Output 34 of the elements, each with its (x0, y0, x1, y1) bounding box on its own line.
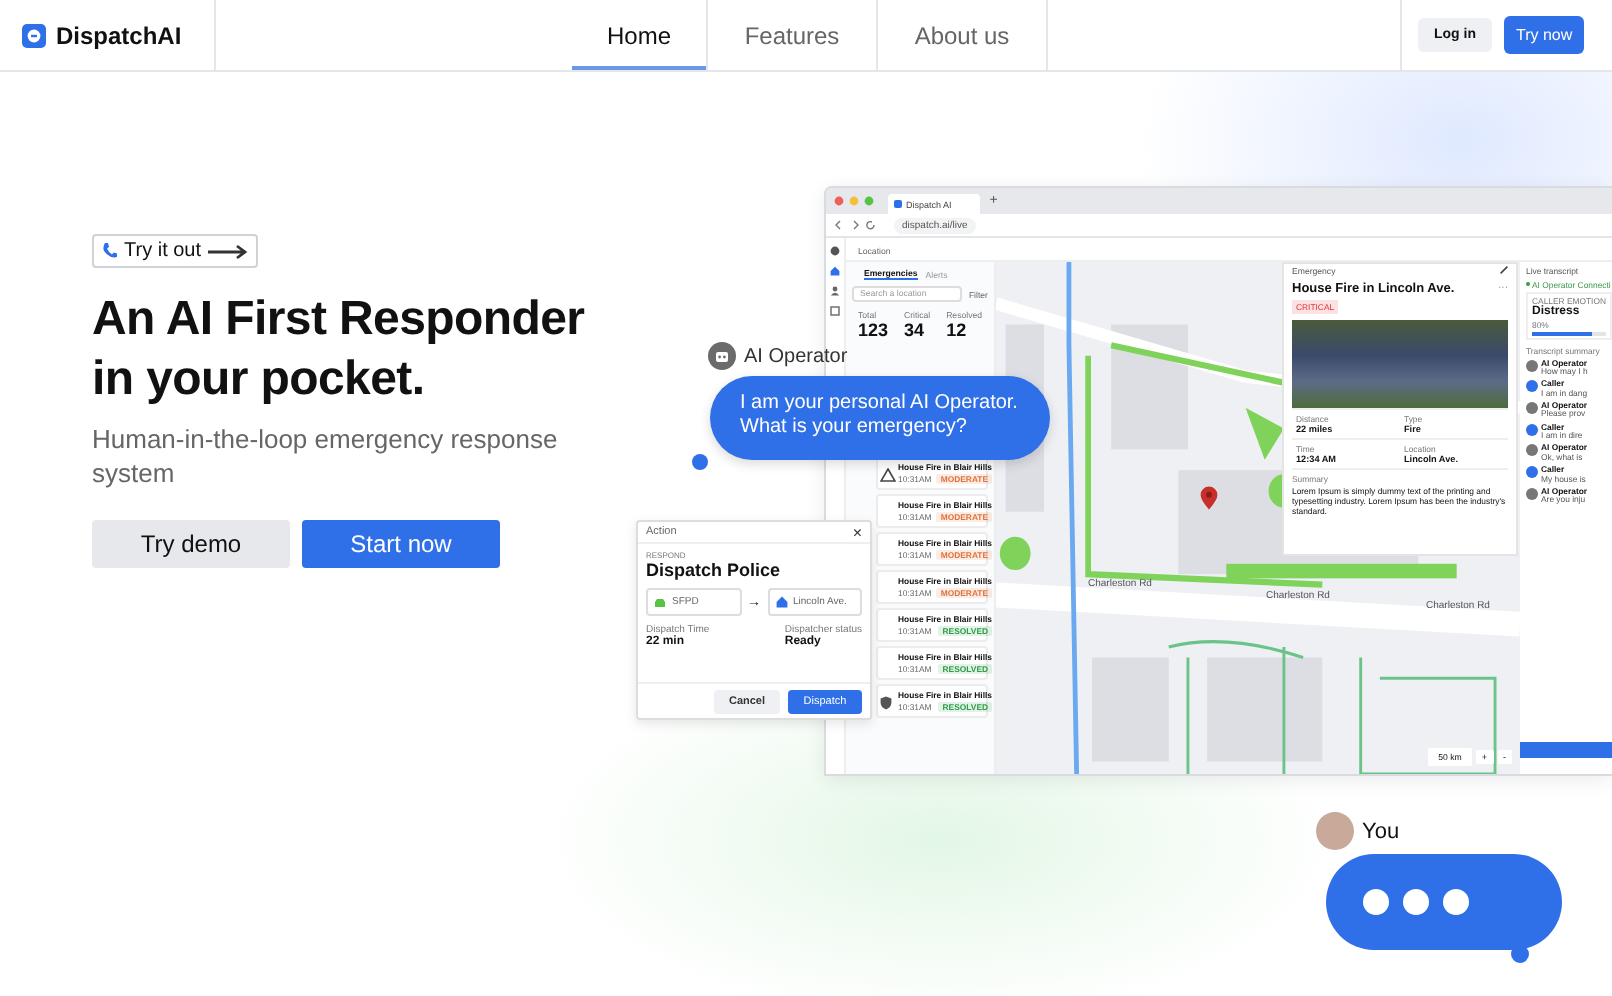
hero-subtitle: Human-in-the-loop emergency response system (92, 422, 560, 490)
hero-title: An AI First Responder in your pocket. (92, 290, 587, 410)
close-button[interactable]: × (852, 523, 862, 541)
arrow-right-icon (207, 243, 248, 259)
house-icon (775, 596, 787, 608)
operator-message: I am your personal AI Operator. What is your emergency? (710, 376, 1050, 460)
stat-value: 123 (858, 320, 889, 340)
phone-icon (102, 242, 118, 260)
nav-link[interactable]: Home (572, 0, 708, 70)
nav-link[interactable]: Features (708, 0, 878, 70)
nav-link[interactable]: About us (878, 0, 1048, 70)
window-controls-icon (834, 196, 878, 206)
logo-mark-icon (830, 246, 840, 256)
robot-avatar-icon (708, 342, 736, 370)
try-now-button[interactable]: Try now (1504, 16, 1585, 54)
stat-value: 12 (946, 320, 969, 340)
warning-icon (880, 468, 896, 482)
pencil-icon[interactable] (1500, 266, 1508, 274)
map-pin-icon (1200, 486, 1218, 510)
brand-name: DispatchAI (56, 21, 182, 49)
hero-button[interactable]: Try demo (92, 520, 290, 568)
try-it-out-pill[interactable]: Try it out (92, 234, 258, 268)
chat-logo-icon (22, 23, 46, 47)
user-icon[interactable] (830, 286, 840, 296)
action-title: Dispatch Police (646, 560, 783, 580)
shield-icon (880, 696, 892, 710)
hero-button[interactable]: Start now (302, 520, 500, 568)
operator-name: AI Operator (744, 345, 848, 367)
car-icon (654, 597, 666, 607)
user-name: You (1362, 819, 1400, 843)
avatar-icon (1316, 812, 1354, 850)
stat-value: 34 (903, 320, 926, 340)
bubble-tail (692, 454, 708, 470)
home-icon[interactable] (830, 266, 840, 276)
